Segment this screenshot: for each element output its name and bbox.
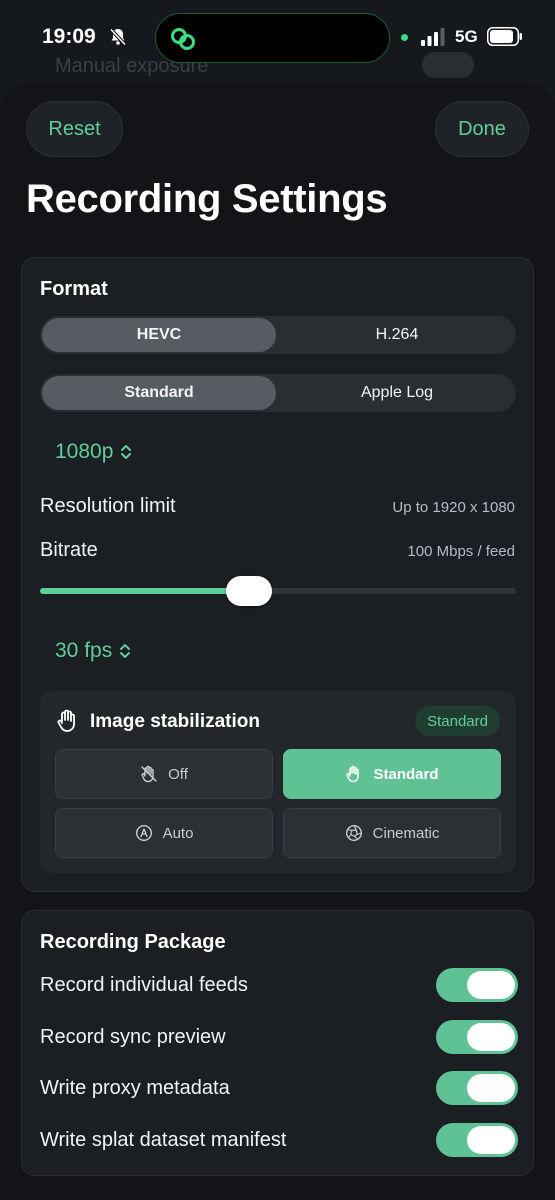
status-bar: 19:09 5G — [0, 0, 555, 76]
stabilization-panel: Image stabilization Standard Off Standar… — [40, 691, 516, 873]
profile-option-apple-log[interactable]: Apple Log — [280, 376, 514, 410]
signal-bars-icon — [421, 28, 445, 46]
fps-picker[interactable]: 30 fps — [55, 639, 132, 663]
stabilization-title: Image stabilization — [90, 711, 260, 732]
aperture-icon — [345, 824, 362, 842]
circle-a-icon — [135, 824, 152, 842]
stabilization-option-standard[interactable]: Standard — [283, 749, 501, 799]
bell-slash-icon — [109, 28, 127, 46]
toggle-knob — [467, 1074, 515, 1102]
stabilization-option-cinematic-label: Cinematic — [372, 824, 440, 842]
network-type: 5G — [455, 27, 478, 46]
recording-indicator-dot — [401, 34, 408, 41]
stabilization-option-auto-label: Auto — [162, 824, 194, 842]
resolution-picker-label: 1080p — [55, 440, 114, 463]
format-section-title: Format — [40, 278, 108, 300]
toggle-write-proxy-metadata[interactable] — [436, 1071, 518, 1105]
profile-segmented-control: Standard Apple Log — [40, 374, 516, 412]
chevron-up-down-icon — [121, 445, 132, 459]
toggle-knob — [467, 1023, 515, 1051]
hand-raised-icon — [346, 765, 360, 783]
stabilization-option-cinematic[interactable]: Cinematic — [283, 808, 501, 858]
stabilization-option-off[interactable]: Off — [55, 749, 273, 799]
toggle-record-individual-feeds[interactable] — [436, 968, 518, 1002]
status-time: 19:09 — [42, 25, 96, 48]
linked-rings-icon — [171, 28, 195, 50]
page-title: Recording Settings — [26, 177, 388, 221]
reset-button[interactable]: Reset — [26, 101, 123, 157]
stabilization-option-auto[interactable]: Auto — [55, 808, 273, 858]
done-button[interactable]: Done — [435, 101, 529, 157]
toggle-row-label: Record sync preview — [40, 1026, 226, 1048]
recording-package-card: Recording Package Record individual feed… — [21, 910, 534, 1176]
resolution-limit-value: Up to 1920 x 1080 — [392, 499, 515, 516]
hand-slash-icon — [141, 765, 157, 783]
resolution-picker[interactable]: 1080p — [55, 440, 133, 464]
profile-option-standard[interactable]: Standard — [42, 376, 276, 410]
bitrate-slider-track[interactable] — [40, 588, 516, 594]
format-card: Format HEVC H.264 Standard Apple Log 108… — [21, 257, 534, 892]
battery-icon — [487, 27, 522, 46]
toggle-write-splat-dataset-manifest[interactable] — [436, 1123, 518, 1157]
stabilization-option-standard-label: Standard — [373, 765, 439, 783]
toggle-knob — [467, 971, 515, 999]
bitrate-slider-thumb[interactable] — [226, 576, 272, 606]
bitrate-value: 100 Mbps / feed — [407, 543, 515, 560]
toggle-row-label: Write proxy metadata — [40, 1077, 230, 1099]
toggle-row-label: Record individual feeds — [40, 974, 248, 996]
codec-option-h264[interactable]: H.264 — [280, 318, 514, 352]
settings-sheet: Reset Done Recording Settings Format HEV… — [0, 82, 555, 1200]
package-section-title: Recording Package — [40, 931, 226, 953]
toggle-knob — [467, 1126, 515, 1154]
fps-picker-label: 30 fps — [55, 639, 113, 662]
codec-segmented-control: HEVC H.264 — [40, 316, 516, 354]
toggle-record-sync-preview[interactable] — [436, 1020, 518, 1054]
dynamic-island — [155, 13, 390, 63]
stabilization-badge: Standard — [415, 706, 500, 736]
chevron-up-down-icon — [120, 644, 131, 658]
toggle-row-label: Write splat dataset manifest — [40, 1129, 287, 1151]
resolution-limit-label: Resolution limit — [40, 495, 176, 517]
hand-raised-icon — [57, 709, 75, 732]
codec-option-hevc[interactable]: HEVC — [42, 318, 276, 352]
stabilization-option-off-label: Off — [168, 765, 188, 783]
bitrate-label: Bitrate — [40, 539, 98, 561]
bitrate-slider-fill — [40, 588, 249, 594]
